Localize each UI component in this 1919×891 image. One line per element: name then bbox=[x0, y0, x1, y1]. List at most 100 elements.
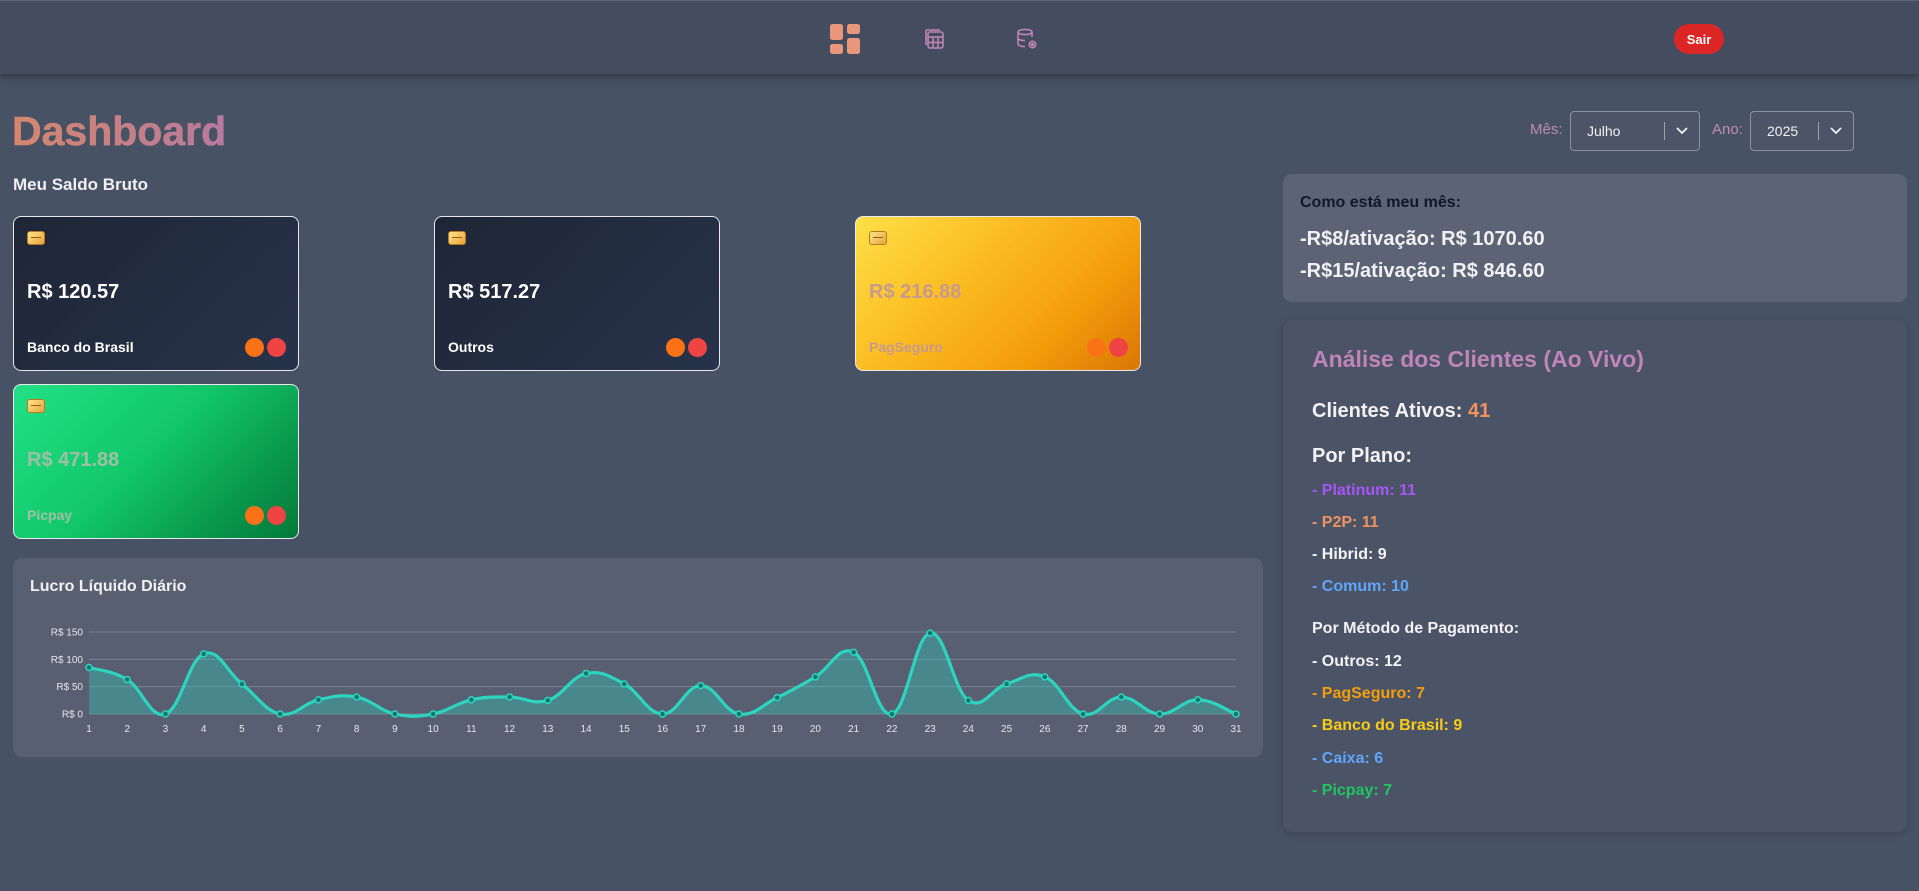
data-point bbox=[1079, 710, 1087, 718]
active-clients: Clientes Ativos: 41 bbox=[1312, 400, 1490, 423]
data-point bbox=[85, 663, 93, 672]
y-tick-label: R$ 0 bbox=[62, 710, 84, 721]
card-amount: R$ 120.57 bbox=[27, 281, 120, 303]
month-filter-label: Mês: bbox=[1530, 121, 1563, 138]
x-tick-label: 23 bbox=[925, 724, 937, 735]
data-point bbox=[467, 696, 476, 704]
year-filter-label: Ano: bbox=[1712, 121, 1743, 138]
x-tick-label: 31 bbox=[1230, 724, 1242, 735]
x-tick-label: 14 bbox=[580, 724, 592, 735]
top-navbar: Sair bbox=[0, 0, 1919, 74]
card-bank-name: Outros bbox=[448, 339, 494, 355]
x-tick-label: 3 bbox=[163, 724, 169, 735]
x-tick-label: 29 bbox=[1154, 724, 1166, 735]
activation-8-line: -R$8/ativação: R$ 1070.60 bbox=[1300, 228, 1545, 250]
logout-button[interactable]: Sair bbox=[1674, 24, 1724, 54]
y-tick-label: R$ 100 bbox=[51, 655, 84, 666]
x-tick-label: 19 bbox=[772, 724, 784, 735]
year-select[interactable]: 2025 bbox=[1750, 111, 1854, 151]
bank-card-pagseguro[interactable]: R$ 216.88 PagSeguro bbox=[855, 216, 1141, 371]
calculator-icon[interactable] bbox=[919, 23, 951, 55]
data-point bbox=[505, 693, 514, 701]
x-tick-label: 28 bbox=[1116, 724, 1128, 735]
x-tick-label: 1 bbox=[86, 724, 92, 735]
month-summary-title: Como está meu mês: bbox=[1300, 194, 1461, 211]
data-point bbox=[620, 680, 629, 688]
data-point bbox=[314, 696, 323, 704]
daily-profit-chart: R$ 0R$ 50R$ 100R$ 1501 2 3 4 5 6 7 8 9 10 11 12 13 14… bbox=[51, 628, 1242, 736]
data-point bbox=[1194, 696, 1202, 704]
plan-item-platinum: - Platinum: 11 bbox=[1312, 482, 1417, 499]
x-tick-label: 16 bbox=[657, 724, 669, 735]
data-point bbox=[773, 693, 781, 702]
data-point bbox=[238, 680, 246, 688]
x-tick-label: 2 bbox=[124, 724, 130, 735]
data-point bbox=[964, 696, 973, 705]
card-bank-name: Picpay bbox=[27, 507, 73, 523]
y-tick-label: R$ 50 bbox=[56, 682, 83, 693]
x-tick-label: 30 bbox=[1192, 724, 1204, 735]
client-analysis-title: Análise dos Clientes (Ao Vivo) bbox=[1312, 346, 1644, 372]
data-point bbox=[544, 696, 552, 705]
x-tick-label: 9 bbox=[392, 724, 398, 735]
x-tick-label: 6 bbox=[277, 724, 283, 735]
payment-item-picpay: - Picpay: 7 bbox=[1312, 782, 1393, 799]
card-brand-logo bbox=[666, 338, 707, 357]
client-analysis-panel: Análise dos Clientes (Ao Vivo) Clientes … bbox=[1283, 320, 1907, 832]
card-amount: R$ 216.88 bbox=[869, 281, 962, 303]
x-tick-label: 15 bbox=[619, 724, 631, 735]
card-chip-icon bbox=[448, 231, 466, 245]
x-tick-label: 10 bbox=[428, 724, 440, 735]
bank-card-outros[interactable]: R$ 517.27 Outros bbox=[434, 216, 720, 371]
bank-card-banco-do-brasil[interactable]: R$ 120.57 Banco do Brasil bbox=[13, 216, 299, 371]
page-title: Dashboard bbox=[12, 108, 227, 155]
balance-section-label: Meu Saldo Bruto bbox=[13, 175, 149, 194]
payment-item-banco-do-brasil: - Banco do Brasil: 9 bbox=[1312, 717, 1463, 734]
data-point bbox=[161, 710, 170, 718]
plan-heading: Por Plano: bbox=[1312, 445, 1413, 467]
data-point bbox=[811, 673, 820, 681]
data-point bbox=[123, 675, 131, 684]
y-tick-label: R$ 150 bbox=[51, 628, 84, 639]
month-select[interactable]: Julho bbox=[1570, 111, 1700, 151]
data-point bbox=[1232, 710, 1240, 718]
card-brand-logo bbox=[245, 506, 286, 525]
daily-profit-chart-panel: Lucro Líquido Diário R$ 0 R$ 50 R$ 100 R$ 1… bbox=[13, 558, 1263, 757]
x-tick-label: 11 bbox=[466, 724, 477, 735]
payment-heading: Por Método de Pagamento: bbox=[1312, 620, 1520, 637]
data-point bbox=[352, 693, 361, 701]
plan-item-p2p: - P2P: 11 bbox=[1312, 514, 1379, 531]
data-point bbox=[1155, 710, 1164, 718]
data-point bbox=[735, 710, 743, 718]
x-tick-label: 21 bbox=[848, 724, 860, 735]
data-point bbox=[276, 710, 284, 718]
active-clients-count: 41 bbox=[1467, 400, 1491, 422]
dashboard-icon[interactable] bbox=[829, 23, 861, 55]
x-tick-label: 5 bbox=[239, 724, 245, 735]
data-point bbox=[429, 710, 437, 718]
x-tick-label: 13 bbox=[542, 724, 554, 735]
active-clients-label: Clientes Ativos: bbox=[1312, 400, 1463, 422]
x-tick-label: 12 bbox=[504, 724, 516, 735]
data-point bbox=[658, 710, 667, 718]
card-chip-icon bbox=[27, 399, 45, 413]
x-tick-label: 25 bbox=[1001, 724, 1013, 735]
card-amount: R$ 471.88 bbox=[27, 449, 120, 471]
x-tick-label: 17 bbox=[695, 724, 707, 735]
data-point bbox=[1002, 680, 1011, 688]
card-amount: R$ 517.27 bbox=[448, 281, 541, 303]
x-tick-label: 8 bbox=[354, 724, 360, 735]
x-tick-label: 20 bbox=[810, 724, 822, 735]
database-settings-icon[interactable] bbox=[1011, 23, 1043, 55]
data-point bbox=[888, 710, 896, 718]
x-tick-label: 26 bbox=[1039, 724, 1051, 735]
card-bank-name: PagSeguro bbox=[869, 339, 943, 355]
payment-item-pagseguro: - PagSeguro: 7 bbox=[1312, 685, 1425, 702]
x-tick-label: 22 bbox=[886, 724, 898, 735]
data-point bbox=[696, 681, 705, 690]
payment-item-outros: - Outros: 12 bbox=[1312, 653, 1402, 670]
bank-card-picpay[interactable]: R$ 471.88 Picpay bbox=[13, 384, 299, 539]
activation-15-line: -R$15/ativação: R$ 846.60 bbox=[1300, 260, 1545, 282]
x-tick-label: 4 bbox=[201, 724, 207, 735]
month-select-value: Julho bbox=[1587, 123, 1621, 139]
